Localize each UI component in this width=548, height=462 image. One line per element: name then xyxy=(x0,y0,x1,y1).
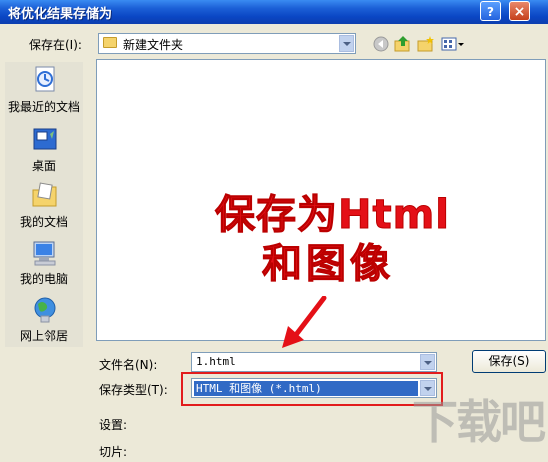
save-in-label: 保存在(I): xyxy=(29,38,82,52)
save-button[interactable]: 保存(S) xyxy=(472,350,546,373)
my-computer-icon xyxy=(33,241,56,266)
place-label: 桌面 xyxy=(31,159,56,173)
filetype-dropdown[interactable]: HTML 和图像 (*.html) xyxy=(191,378,437,398)
title-bar: 将优化结果存储为 ? × xyxy=(0,0,548,24)
annotation-arrow-icon xyxy=(282,296,327,348)
filename-value: 1.html xyxy=(196,355,236,368)
chevron-down-icon[interactable] xyxy=(420,354,435,370)
new-folder-icon[interactable] xyxy=(417,35,435,53)
up-folder-icon[interactable] xyxy=(394,35,412,53)
watermark: 下载吧 xyxy=(412,395,546,449)
chevron-down-icon[interactable] xyxy=(339,35,354,52)
place-network[interactable]: 网上邻居 xyxy=(5,296,83,343)
my-documents-icon xyxy=(32,182,57,207)
place-desktop[interactable]: 桌面 xyxy=(5,126,83,173)
settings-label: 设置: xyxy=(99,418,128,432)
places-bar: 我最近的文档 桌面 我的文档 我的电脑 网上邻居 xyxy=(5,62,83,347)
place-recent-documents[interactable]: 我最近的文档 xyxy=(5,65,83,117)
place-label: 我的文档 xyxy=(19,215,68,229)
network-places-icon xyxy=(34,297,56,323)
place-my-documents[interactable]: 我的文档 xyxy=(5,182,83,229)
filetype-value: HTML 和图像 (*.html) xyxy=(194,381,418,396)
filetype-label: 保存类型(T): xyxy=(99,383,168,397)
filename-input[interactable]: 1.html xyxy=(191,352,437,372)
place-my-computer[interactable]: 我的电脑 xyxy=(5,239,83,286)
folder-icon xyxy=(103,37,117,48)
close-button[interactable]: × xyxy=(509,1,530,21)
place-label: 我最近的文档 xyxy=(7,100,80,114)
window-title: 将优化结果存储为 xyxy=(8,7,113,22)
place-label: 网上邻居 xyxy=(19,329,68,343)
back-icon[interactable] xyxy=(372,35,390,53)
place-label: 我的电脑 xyxy=(19,272,68,286)
views-menu-icon[interactable] xyxy=(441,35,465,53)
recent-documents-icon xyxy=(35,66,55,92)
help-button[interactable]: ? xyxy=(480,1,501,21)
slices-label: 切片: xyxy=(99,445,128,459)
save-in-dropdown[interactable]: 新建文件夹 xyxy=(98,33,356,54)
desktop-icon xyxy=(33,128,57,150)
save-in-value: 新建文件夹 xyxy=(123,38,184,52)
annotation-line-2: 和图像 xyxy=(262,241,394,288)
filename-label: 文件名(N): xyxy=(99,358,158,372)
